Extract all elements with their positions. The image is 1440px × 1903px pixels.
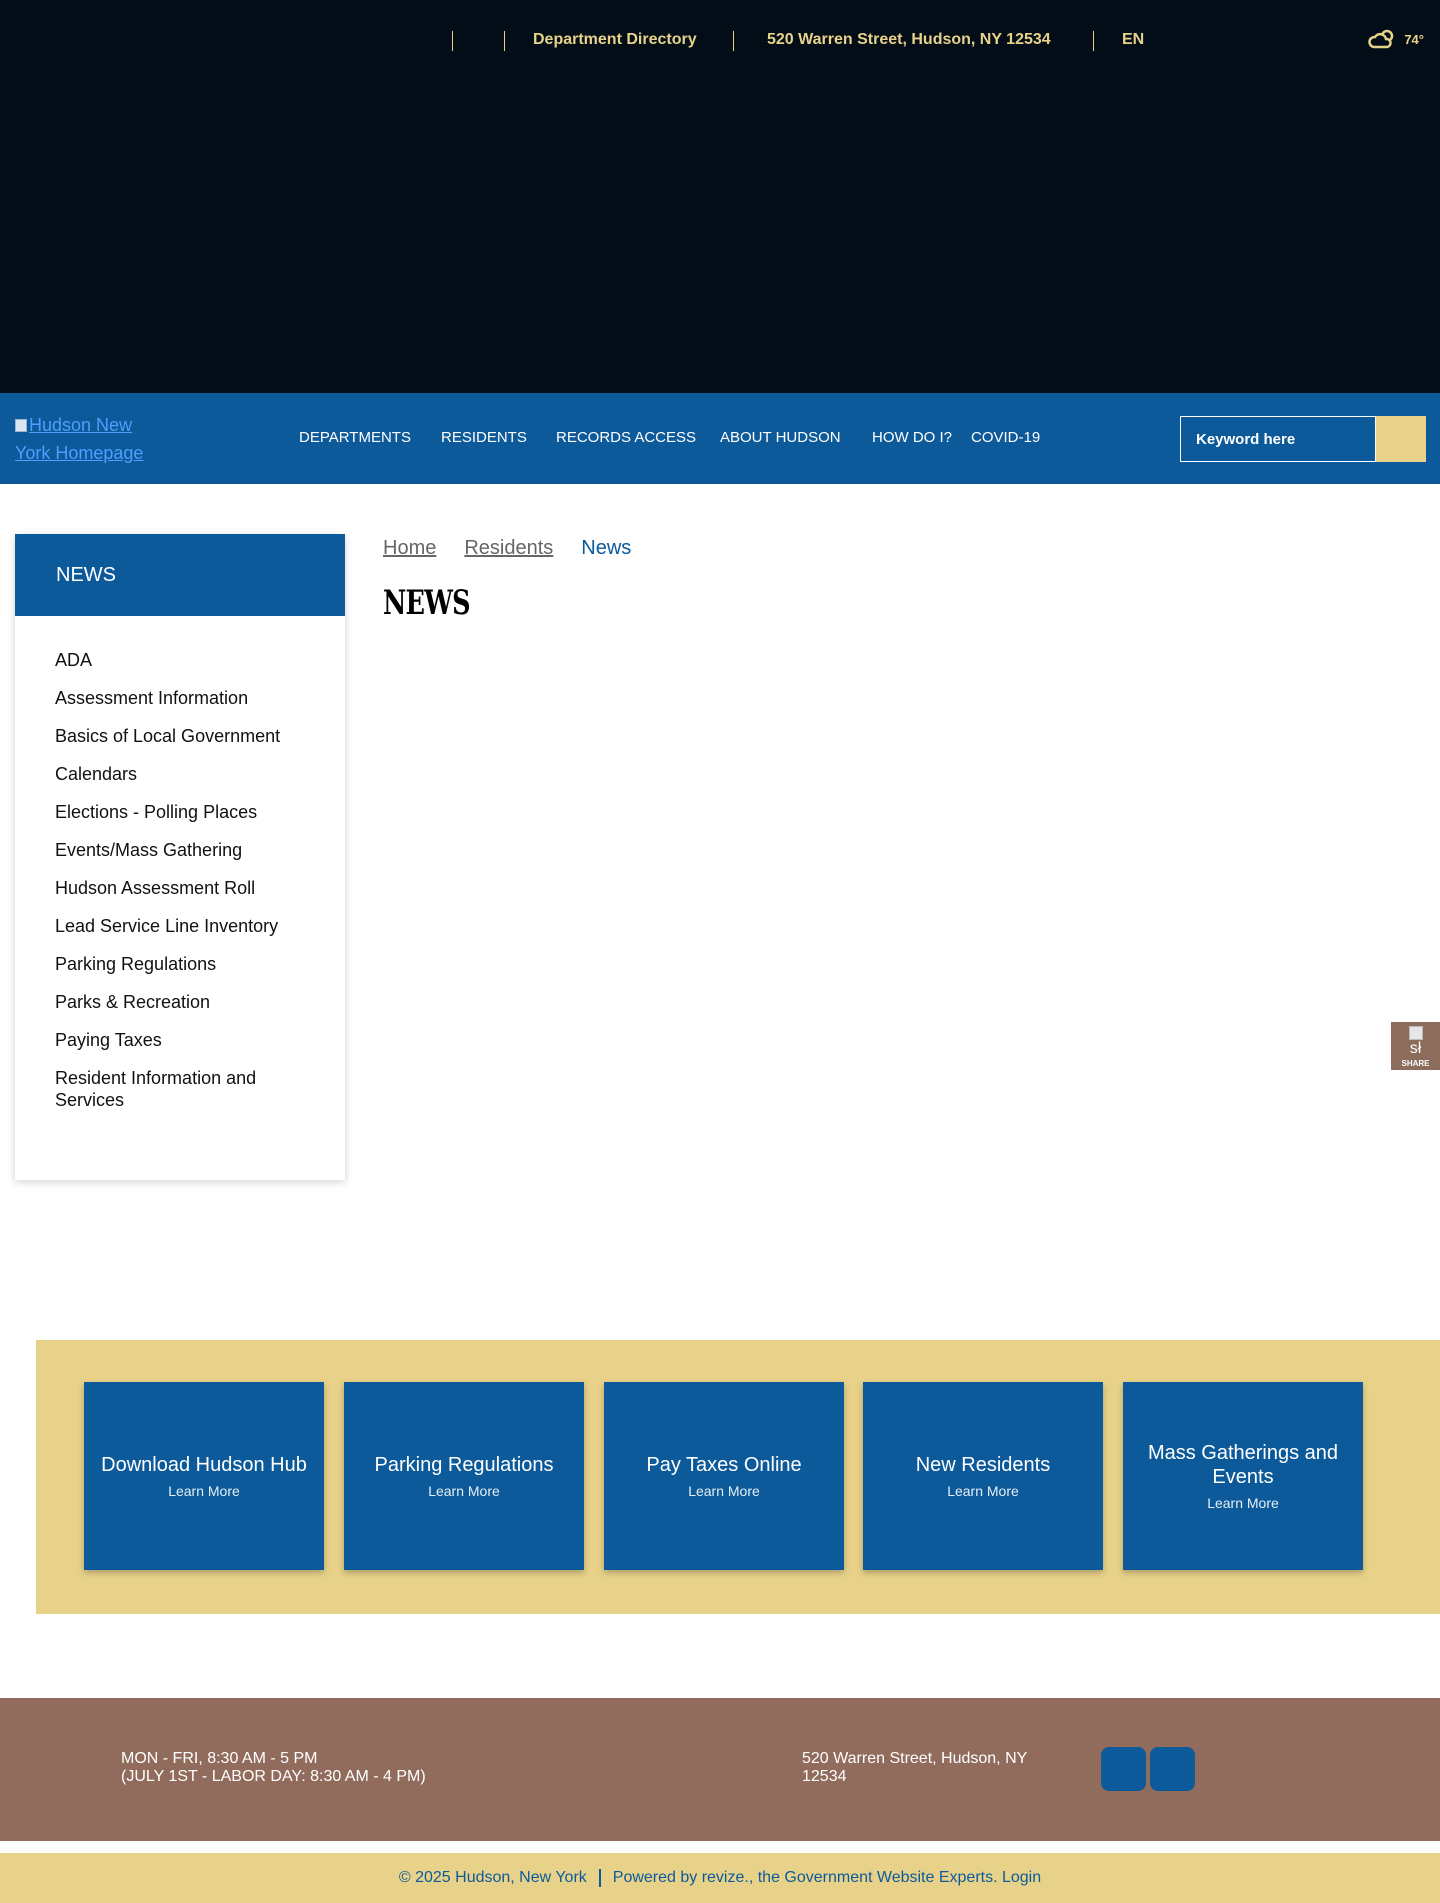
sidebar-item-assessment-information[interactable]: Assessment Information [15,687,345,709]
quick-link-title: Parking Regulations [374,1454,554,1476]
share-label: SHARE [1401,1059,1430,1068]
quick-link-card[interactable]: Mass Gatherings and Events Learn More [1123,1382,1363,1570]
sidebar-menu: ADA Assessment Information Basics of Loc… [15,616,345,1111]
quick-link-title: Download Hudson Hub [101,1454,307,1476]
learn-more-link[interactable]: Learn More [168,1483,240,1499]
nav-covid-19[interactable]: COVID-19 [971,428,1040,448]
top-divider [504,31,505,51]
quick-link-title: New Residents [915,1454,1051,1476]
share-icon [1408,1026,1423,1040]
share-button[interactable]: sł SHARE [1391,1022,1440,1070]
nav-residents[interactable]: RESIDENTS [441,428,527,448]
learn-more-link[interactable]: Learn More [947,1483,1019,1499]
sidebar-item-basics-of-local-government[interactable]: Basics of Local Government [15,725,345,747]
sidebar-item-paying-taxes[interactable]: Paying Taxes [15,1029,345,1051]
hours-line-2: (JULY 1ST - LABOR DAY: 8:30 AM - 4 PM) [121,1768,426,1785]
copyright-text: © 2025 Hudson, New York [398,1869,587,1886]
nav-records-access[interactable]: RECORDS ACCESS [556,428,696,448]
nav-how-do-i[interactable]: HOW DO I? [872,428,952,448]
sidebar-item-lead-service-line-inventory[interactable]: Lead Service Line Inventory [15,915,345,937]
site-logo[interactable]: Hudson New York Homepage [15,411,165,467]
breadcrumb-current: News [581,537,632,559]
nav-about-hudson[interactable]: ABOUT HUDSON [720,428,841,448]
sidebar-item-elections-polling-places[interactable]: Elections - Polling Places [15,801,345,823]
search-button[interactable] [1376,416,1426,462]
main-navbar: Hudson New York Homepage DEPARTMENTS RES… [0,393,1440,484]
logo-alt-text: Hudson New York Homepage [15,415,144,463]
quick-links: Download Hudson Hub Learn More Parking R… [36,1340,1440,1614]
page-title: NEWS [383,583,471,623]
social-icon[interactable] [1101,1747,1146,1791]
sidebar-item-events-mass-gathering[interactable]: Events/Mass Gathering [15,839,345,861]
share-icon-alt: sł [1409,1040,1422,1057]
nav-departments[interactable]: DEPARTMENTS [299,428,411,448]
breadcrumb: Home Residents News [383,537,631,560]
sidebar-item-calendars[interactable]: Calendars [15,763,345,785]
quick-link-title: Pay Taxes Online [646,1454,802,1476]
cloud-sun-icon [1368,29,1394,49]
sidebar-item-parks-recreation[interactable]: Parks & Recreation [15,991,345,1013]
footer: MON - FRI, 8:30 AM - 5 PM (JULY 1ST - LA… [0,1698,1440,1841]
top-address: 520 Warren Street, Hudson, NY 12534 [767,31,1051,48]
search-form [1180,416,1426,462]
quick-link-card[interactable]: Pay Taxes Online Learn More [604,1382,844,1570]
top-divider [452,31,453,51]
learn-more-link[interactable]: Learn More [1207,1495,1279,1511]
social-icon[interactable] [1150,1747,1195,1791]
sidebar-item-hudson-assessment-roll[interactable]: Hudson Assessment Roll [15,877,345,899]
copyright-divider [598,1869,601,1887]
sidebar-item-ada[interactable]: ADA [15,649,345,671]
learn-more-link[interactable]: Learn More [688,1483,760,1499]
learn-more-link[interactable]: Learn More [428,1483,500,1499]
top-divider [1093,31,1094,51]
copyright-bar: © 2025 Hudson, New York Powered by reviz… [0,1853,1440,1903]
top-bar: Department Directory 520 Warren Street, … [0,0,1440,393]
powered-by-link[interactable]: Powered by revize., the Government Websi… [613,1869,1041,1887]
sidebar: NEWS ADA Assessment Information Basics o… [15,534,345,1180]
broken-image-icon [15,419,27,432]
hours-line-1: MON - FRI, 8:30 AM - 5 PM [121,1750,318,1767]
sidebar-item-parking-regulations[interactable]: Parking Regulations [15,953,345,975]
footer-address: 520 Warren Street, Hudson, NY 12534 [802,1750,1027,1785]
temperature: 74° [1404,31,1424,47]
sidebar-title: NEWS [15,534,345,616]
quick-link-card[interactable]: Parking Regulations Learn More [344,1382,584,1570]
sidebar-item-resident-information[interactable]: Resident Information and Services [15,1067,345,1111]
office-hours: MON - FRI, 8:30 AM - 5 PM (JULY 1ST - LA… [121,1750,426,1786]
weather-widget: 74° [1368,28,1424,50]
search-input[interactable] [1180,416,1376,462]
language-selector[interactable]: EN [1122,30,1144,50]
department-directory-link[interactable]: Department Directory [533,30,697,50]
quick-link-title: Mass Gatherings and Events [1147,1442,1339,1488]
breadcrumb-residents[interactable]: Residents [464,537,553,560]
top-divider [733,31,734,51]
quick-link-card[interactable]: New Residents Learn More [863,1382,1103,1570]
quick-link-card[interactable]: Download Hudson Hub Learn More [84,1382,324,1570]
breadcrumb-home[interactable]: Home [383,537,436,560]
